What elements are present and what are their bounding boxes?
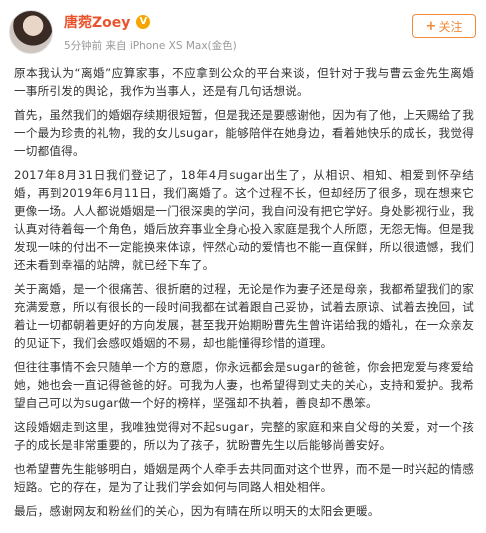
verified-icon: V — [136, 15, 151, 29]
plus-icon: + — [425, 18, 437, 34]
post-meta: 5分钟前 来自 iPhone XS Max(金色) — [64, 40, 237, 52]
follow-button[interactable]: + 关注 — [412, 14, 476, 38]
post-paragraph: 最后，感谢网友和粉丝们的关心，因为有晴在所以明天的太阳会更暖。 — [14, 504, 380, 518]
post-paragraph: 2017年8月31日我们登记了，18年4月sugar出生了，从相识、相知、相爱到… — [14, 168, 474, 272]
follow-label: 关注 — [438, 19, 463, 34]
post-paragraph: 关于离婚，是一个很痛苦、很折磨的过程，无论是作为妻子还是母亲，我都希望我们的家充… — [14, 282, 474, 350]
post-paragraph: 也希望曹先生能够明白，婚姻是两个人牵手去共同面对这个世界，而不是一时兴起的情感短… — [14, 462, 474, 494]
post-paragraph: 原本我认为“离婚”应算家事，不应拿到公众的平台来谈，但针对于我与曹云金先生离婚一… — [14, 66, 474, 98]
post-body: 原本我认为“离婚”应算家事，不应拿到公众的平台来谈，但针对于我与曹云金先生离婚一… — [0, 64, 486, 520]
post-paragraph: 但往往事情不会只随单一个方的意愿，你永远都会是sugar的爸爸，你会把宠爱与疼爱… — [14, 360, 474, 410]
post-header: 唐菀Zoey V 5分钟前 来自 iPhone XS Max(金色) + 关注 — [0, 0, 486, 62]
avatar[interactable] — [9, 10, 53, 54]
post-paragraph: 这段婚姻走到这里，我唯独觉得对不起sugar，完整的家庭和来自父母的关爱，对一个… — [14, 420, 474, 452]
post-paragraph: 首先，虽然我们的婚姻存续期很短暂，但是我还是要感谢他，因为有了他，上天赐给了我一… — [14, 108, 474, 158]
author-name[interactable]: 唐菀Zoey — [64, 12, 130, 32]
author-row: 唐菀Zoey V — [64, 12, 151, 32]
